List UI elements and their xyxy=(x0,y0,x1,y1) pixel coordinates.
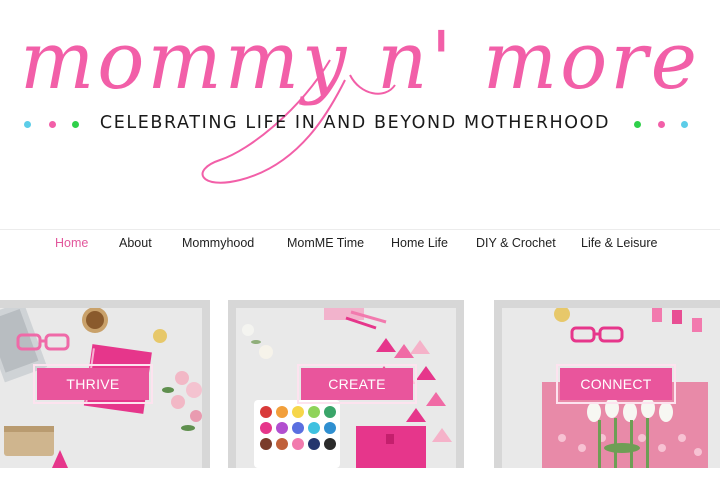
tagline-row: CELEBRATING LIFE IN AND BEYOND MOTHERHOO… xyxy=(0,110,720,140)
nav-item-diy-crochet[interactable]: DIY & Crochet xyxy=(476,236,556,250)
thrive-tile[interactable]: THRIVE xyxy=(0,300,210,468)
main-nav: Home About Mommyhood MomME Time Home Lif… xyxy=(0,229,720,256)
connect-tile[interactable]: CONNECT xyxy=(494,300,720,468)
dot-pink-right xyxy=(658,121,665,128)
logo-text: mommy n' more xyxy=(20,14,700,107)
dot-blue-right xyxy=(681,121,688,128)
site-tagline: CELEBRATING LIFE IN AND BEYOND MOTHERHOO… xyxy=(99,113,611,133)
connect-button[interactable]: CONNECT xyxy=(556,364,676,404)
thrive-button[interactable]: THRIVE xyxy=(33,364,153,404)
dot-green-right xyxy=(634,121,641,128)
site-header: mommy n' more CELEBRATING LIFE IN AND BE… xyxy=(0,0,720,230)
dot-green-left xyxy=(72,121,79,128)
nav-item-life-leisure[interactable]: Life & Leisure xyxy=(581,236,657,250)
nav-item-mommyhood[interactable]: Mommyhood xyxy=(182,236,254,250)
create-button[interactable]: CREATE xyxy=(297,364,417,404)
create-tile[interactable]: CREATE xyxy=(228,300,464,468)
site-logo[interactable]: mommy n' more xyxy=(0,0,720,200)
nav-item-about[interactable]: About xyxy=(119,236,152,250)
nav-item-momme-time[interactable]: MomME Time xyxy=(287,236,364,250)
dot-blue-left xyxy=(24,121,31,128)
nav-item-home[interactable]: Home xyxy=(55,236,88,250)
nav-item-home-life[interactable]: Home Life xyxy=(391,236,448,250)
dot-pink-left xyxy=(49,121,56,128)
